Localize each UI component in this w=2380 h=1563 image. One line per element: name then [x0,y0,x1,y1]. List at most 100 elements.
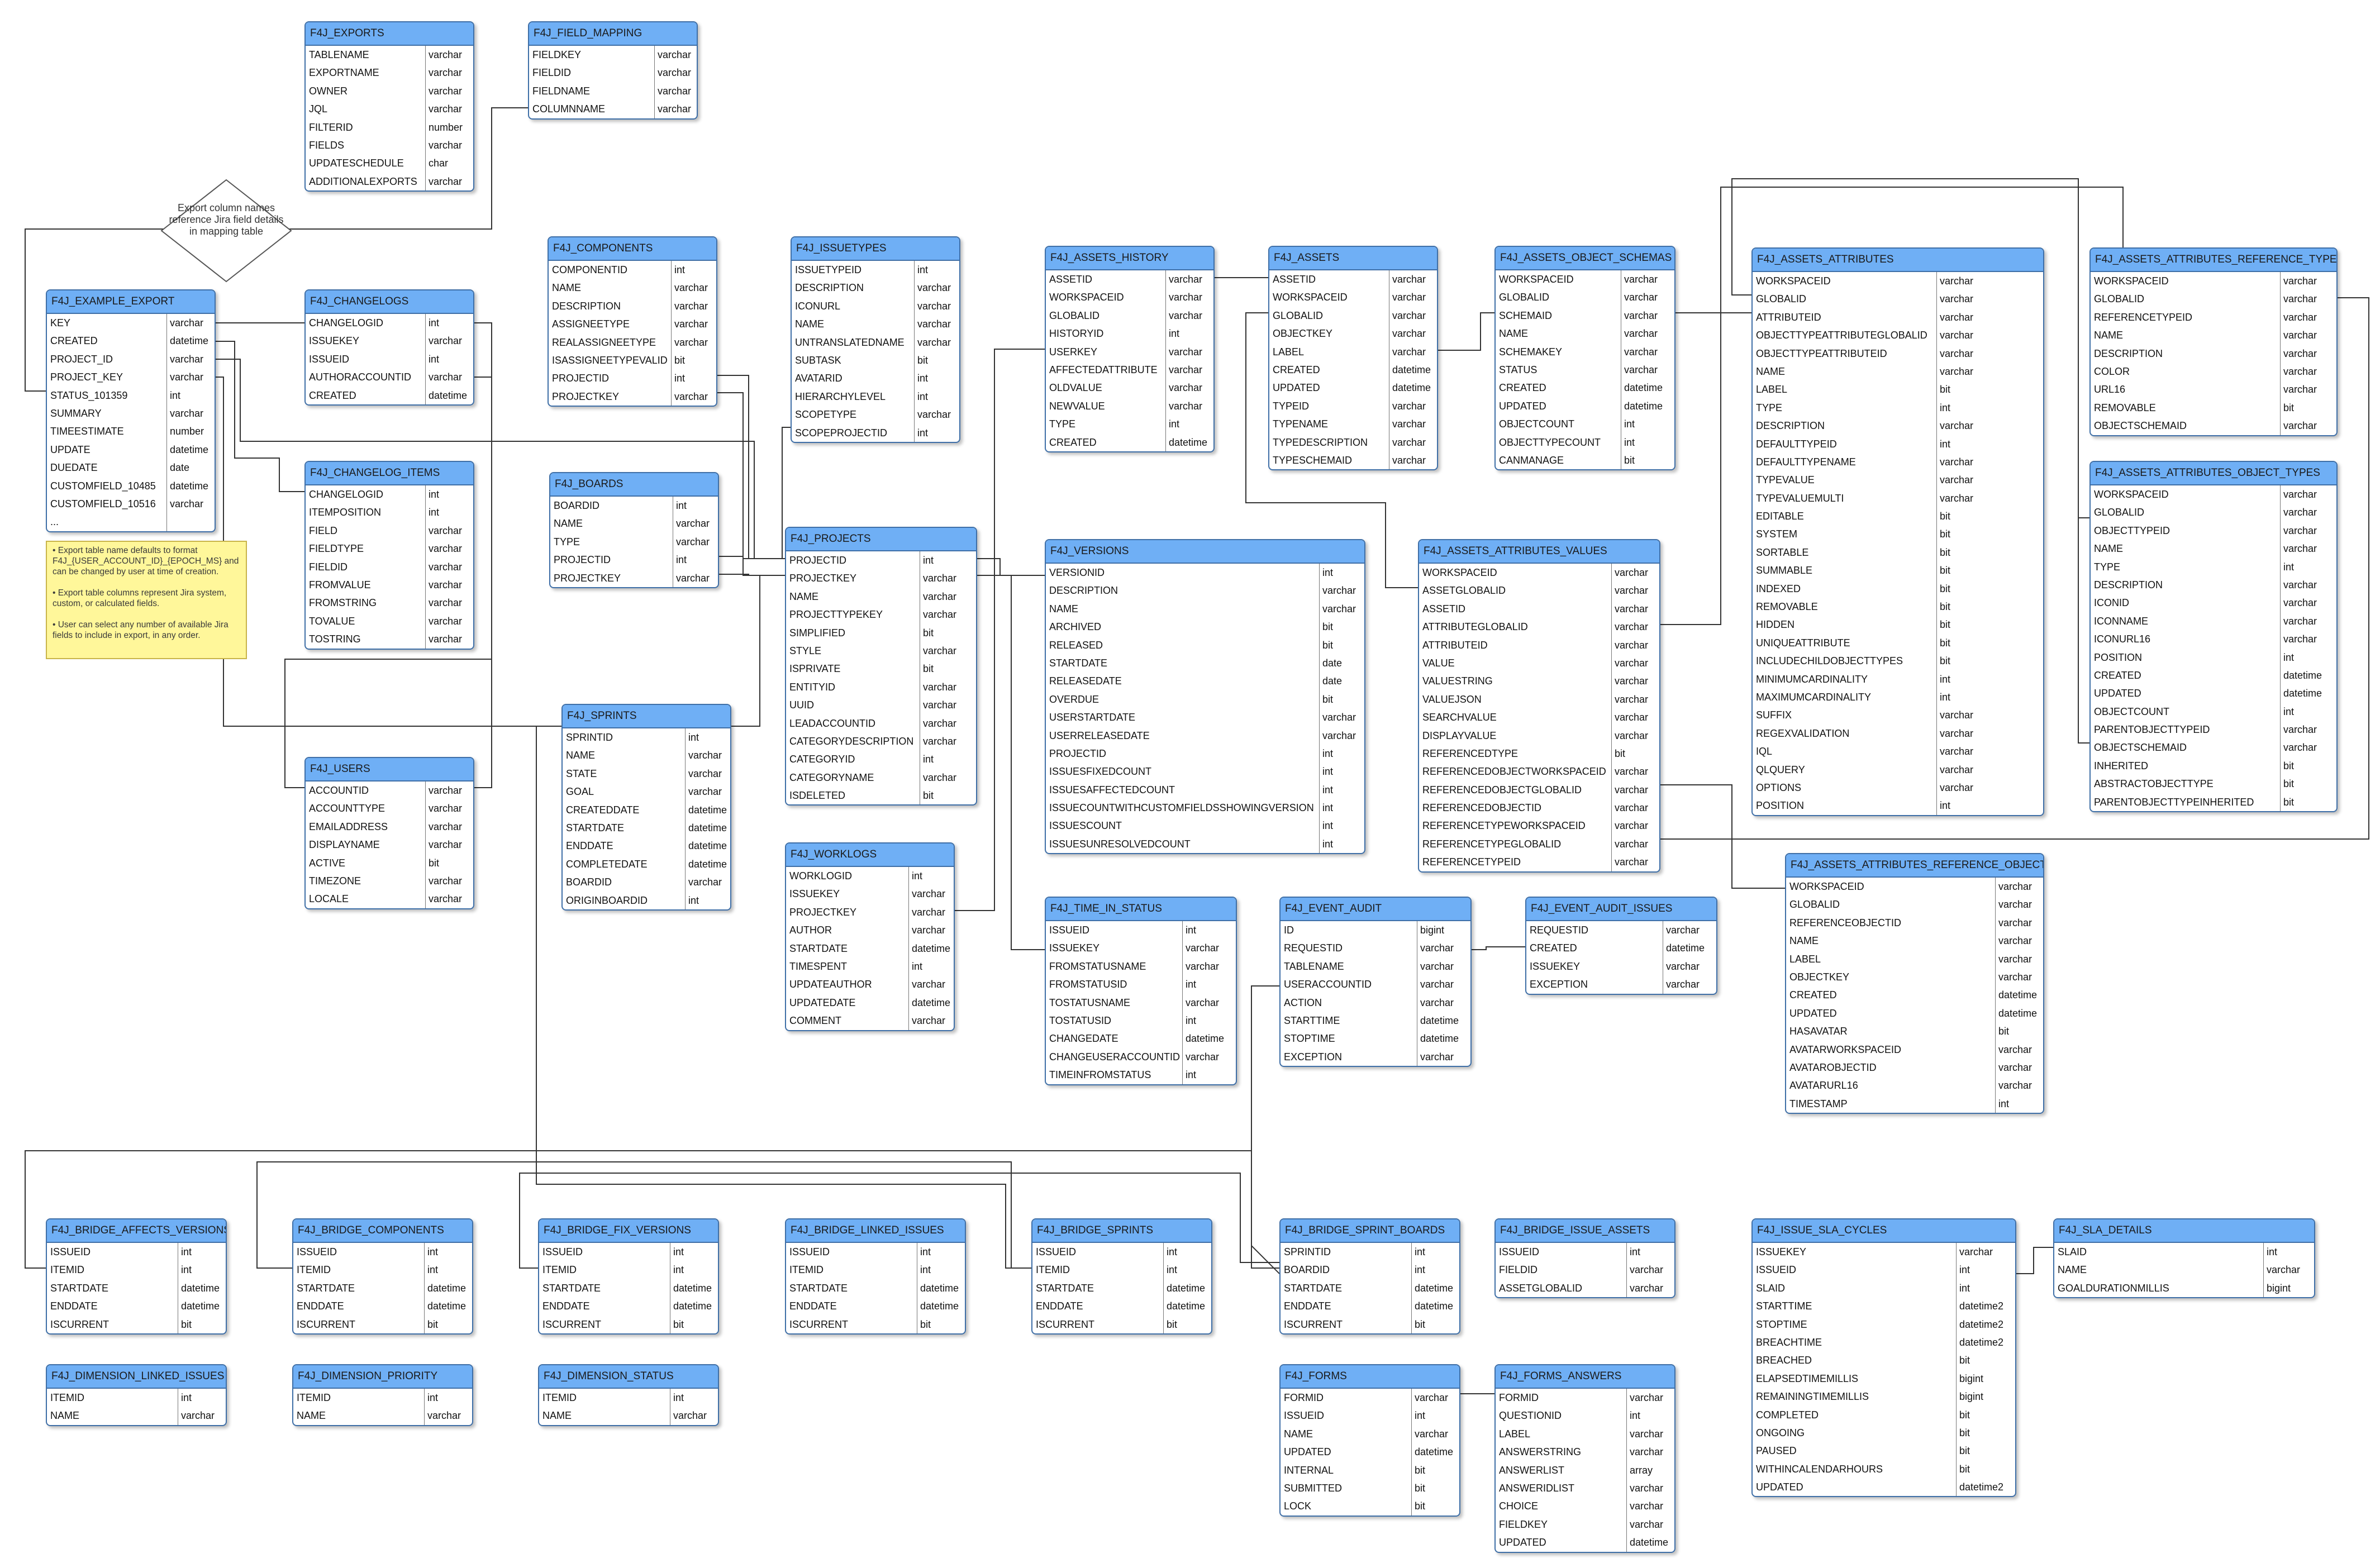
column-type: bit [1940,655,1951,667]
table-f4j-sprints[interactable]: F4J_SPRINTS SPRINTID int NAME varchar STATE va… [561,704,731,911]
column-name: USERSTARTDATE [1046,708,1320,727]
column-type: datetime [912,942,951,954]
column-row: ITEMID int [1032,1261,1211,1279]
table-f4j-assets-attributes[interactable]: F4J_ASSETS_ATTRIBUTES WORKSPACEID varchar G… [1751,247,2044,816]
column-row: VERSIONID int [1046,564,1364,582]
column-row: ISSUETYPEID int [792,261,959,279]
column-row: ATTRIBUTEID varchar [1419,636,1659,654]
table-f4j-bridge-components[interactable]: F4J_BRIDGE_COMPONENTS ISSUEID int ITEMID int… [292,1218,473,1335]
column-type: varchar [2283,579,2317,590]
table-f4j-assets-attributes-object-types[interactable]: F4J_ASSETS_ATTRIBUTES_OBJECT_TYPES WORKSP… [2089,461,2338,813]
table-f4j-time-in-status[interactable]: F4J_TIME_IN_STATUS ISSUEID int ISSUEKEY varc… [1045,897,1237,1085]
table-f4j-assets[interactable]: F4J_ASSETS ASSETID varchar WORKSPACEID varch… [1268,246,1438,471]
column-row: KEY varchar [47,314,215,332]
column-type: int [1322,747,1334,759]
table-f4j-field-mapping[interactable]: F4J_FIELD_MAPPING FIELDKEY varchar FIELDID v… [528,21,698,120]
column-name: TYPE [1046,415,1166,433]
column-name: QUESTIONID [1496,1407,1627,1425]
column-row: OBJECTCOUNT int [1496,415,1674,433]
column-name: UPDATEAUTHOR [786,975,909,994]
column-type: datetime [688,822,727,833]
column-type: varchar [1666,979,1700,990]
table-f4j-assets-history[interactable]: F4J_ASSETS_HISTORY ASSETID varchar WORKSPAC… [1045,246,1215,452]
column-row: REFERENCEDOBJECTID varchar [1419,799,1659,817]
table-f4j-dimension-priority[interactable]: F4J_DIMENSION_PRIORITY ITEMID int NAME varch… [292,1364,473,1426]
column-name: ENDDATE [786,1297,917,1316]
column-row: COMPLETED bit [1753,1405,2015,1424]
table-f4j-users[interactable]: F4J_USERS ACCOUNTID varchar ACCOUNTTYPE varc… [304,757,474,909]
column-type: varchar [1940,474,1974,486]
table-f4j-event-audit[interactable]: F4J_EVENT_AUDIT ID bigint REQUESTID varchar T… [1279,897,1472,1068]
column-row: STARTDATE datetime [786,939,954,957]
column-name: STOPTIME [1753,1315,1957,1333]
column-name: TIMEESTIMATE [47,422,167,441]
column-name: CREATED [1496,379,1621,397]
column-name: COLUMNNAME [529,100,655,118]
column-row: LOCK bit [1281,1497,1459,1516]
table-f4j-bridge-affects-versions[interactable]: F4J_BRIDGE_AFFECTS_VERSIONS ISSUEID int ITE… [46,1218,227,1335]
column-type: varchar [674,390,708,402]
column-row: FIELDS varchar [306,136,473,155]
column-type: varchar [674,300,708,312]
column-name: UPDATESCHEDULE [306,154,426,173]
column-name: GLOBALID [2091,290,2281,308]
table-f4j-dimension-linked-issues[interactable]: F4J_DIMENSION_LINKED_ISSUES ITEMID int NAME… [46,1364,227,1426]
column-row: UPDATED datetime [1496,1533,1674,1552]
column-type: varchar [429,103,463,115]
column-name: SYSTEM [1753,525,1937,544]
table-f4j-sla-details[interactable]: F4J_SLA_DETAILS SLAID int NAME varchar GOALDU… [2053,1218,2315,1299]
column-row: ISSUEID int [1032,1243,1211,1261]
table-f4j-dimension-status[interactable]: F4J_DIMENSION_STATUS ITEMID int NAME varchar [538,1364,719,1426]
relationship-line [1251,985,1280,1274]
column-row: ANSWERLIST array [1496,1461,1674,1479]
table-f4j-bridge-sprint-boards[interactable]: F4J_BRIDGE_SPRINT_BOARDS SPRINTID int BOARD… [1279,1218,1460,1335]
table-f4j-issuetypes[interactable]: F4J_ISSUETYPES ISSUETYPEID int DESCRIPTION v… [791,236,960,443]
column-name: TYPENAME [1269,415,1389,433]
table-f4j-forms[interactable]: F4J_FORMS FORMID varchar ISSUEID int NAME varc… [1279,1364,1460,1517]
table-f4j-projects[interactable]: F4J_PROJECTS PROJECTID int PROJECTKEY varcha… [785,527,977,806]
table-f4j-changelog-items[interactable]: F4J_CHANGELOG_ITEMS CHANGELOGID int ITEMPOS… [304,461,474,650]
column-name: CREATEDDATE [563,800,686,819]
table-f4j-issue-sla-cycles[interactable]: F4J_ISSUE_SLA_CYCLES ISSUEKEY varchar ISSUE… [1751,1218,2016,1498]
column-type: varchar [1998,917,2032,928]
table-f4j-worklogs[interactable]: F4J_WORKLOGS WORKLOGID int ISSUEKEY varchar P… [785,842,955,1031]
table-f4j-forms-answers[interactable]: F4J_FORMS_ANSWERS FORMID varchar QUESTIONID… [1494,1364,1675,1553]
table-f4j-assets-attributes-reference-types[interactable]: F4J_ASSETS_ATTRIBUTES_REFERENCE_TYPES WOR… [2089,247,2338,436]
column-row: LEADACCOUNTID varchar [786,714,976,732]
column-row: CREATED datetime [47,332,215,350]
column-type: varchar [2283,293,2317,305]
table-f4j-event-audit-issues[interactable]: F4J_EVENT_AUDIT_ISSUES REQUESTID varchar CR… [1525,897,1717,995]
table-f4j-versions[interactable]: F4J_VERSIONS VERSIONID int DESCRIPTION varch… [1045,539,1365,855]
column-row: NAME varchar [2054,1261,2314,1279]
column-row: CREATED datetime [306,386,473,404]
table-f4j-exports[interactable]: F4J_EXPORTS TABLENAME varchar EXPORTNAME var… [304,21,474,192]
column-type: bit [1322,693,1334,705]
table-f4j-bridge-sprints[interactable]: F4J_BRIDGE_SPRINTS ISSUEID int ITEMID int STA… [1031,1218,1212,1335]
column-name: TYPE [2091,557,2281,576]
column-type: int [181,1246,192,1257]
column-row: AVATAROBJECTID varchar [1786,1058,2043,1077]
table-f4j-bridge-linked-issues[interactable]: F4J_BRIDGE_LINKED_ISSUES ISSUEID int ITEMID… [785,1218,966,1335]
table-f4j-bridge-issue-assets[interactable]: F4J_BRIDGE_ISSUE_ASSETS ISSUEID int FIELDID… [1494,1218,1675,1299]
table-f4j-components[interactable]: F4J_COMPONENTS COMPONENTID int NAME varchar D… [548,236,717,407]
column-type: int [1186,979,1197,990]
column-type: int [170,389,181,401]
table-f4j-example-export[interactable]: F4J_EXAMPLE_EXPORT KEY varchar CREATED datet… [46,289,216,532]
table-f4j-boards[interactable]: F4J_BOARDS BOARDID int NAME varchar TYPE varch… [549,472,719,588]
table-f4j-bridge-fix-versions[interactable]: F4J_BRIDGE_FIX_VERSIONS ISSUEID int ITEMID i… [538,1218,719,1335]
column-type: bit [1322,621,1334,633]
column-name: NAME [549,279,672,297]
column-row: CATEGORYNAME varchar [786,768,976,787]
column-name: WORKSPACEID [1419,564,1612,582]
column-type: bit [923,627,934,638]
column-name: FIELDS [306,136,426,155]
column-type: int [923,555,934,566]
column-type: varchar [923,717,957,729]
column-type: int [912,870,923,881]
table-f4j-assets-object-schemas[interactable]: F4J_ASSETS_OBJECT_SCHEMAS WORKSPACEID varc… [1494,246,1675,471]
table-f4j-assets-attributes-values[interactable]: F4J_ASSETS_ATTRIBUTES_VALUES WORKSPACEID v… [1418,539,1660,873]
column-type: varchar [673,1410,707,1422]
column-name: CHANGELOGID [306,314,426,332]
table-f4j-changelogs[interactable]: F4J_CHANGELOGS CHANGELOGID int ISSUEKEY varc… [304,289,474,406]
table-f4j-assets-attributes-reference-objects[interactable]: F4J_ASSETS_ATTRIBUTES_REFERENCE_OBJECTS W… [1785,853,2044,1114]
